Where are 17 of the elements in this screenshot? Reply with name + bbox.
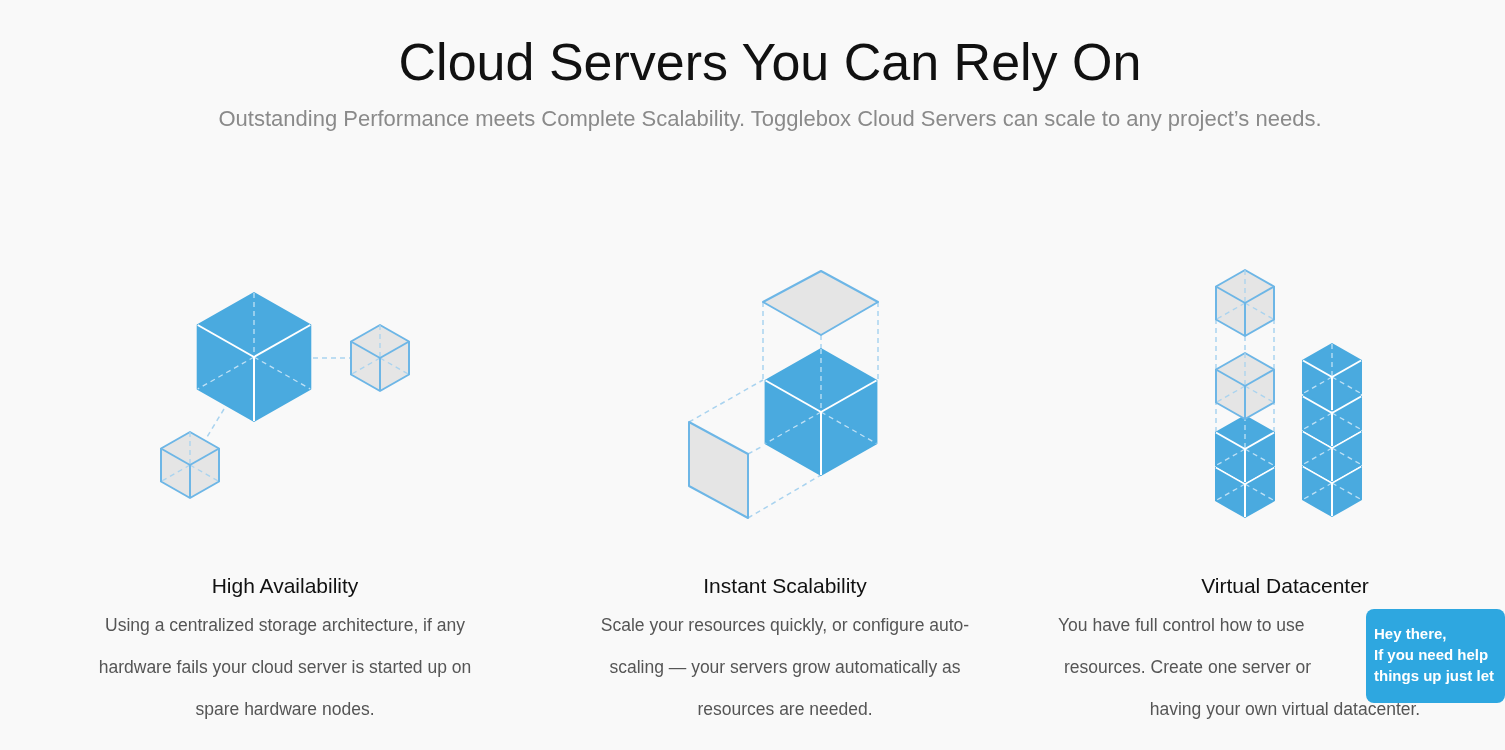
description-line: Scale your resources quickly, or configure auto- [600,614,970,637]
chat-message-line: things up just let [1374,666,1495,686]
description-line: spare hardware nodes. [195,698,375,721]
subtitle: Outstanding Performance meets Complete Scalability. Togglebox Cloud Servers can scale to any project’s needs. [218,105,1322,133]
description-line: You have full control how to use [1058,614,1305,637]
description-line: resources are needed. [697,698,873,721]
description-line: resources. Create one server or [1064,656,1312,679]
feature-title: Virtual Datacenter [1201,573,1369,599]
chat-bubble[interactable]: Hey there, If you need help things up just let [1366,609,1505,703]
feature-title: Instant Scalability [703,573,867,599]
description-line: Using a centralized storage architecture, if any [105,614,465,637]
feature-title: High Availability [211,573,359,599]
chat-message-line: Hey there, [1374,624,1448,644]
description-line: hardware fails your cloud server is started up on [98,656,472,679]
chat-message-line: If you need help [1374,645,1490,665]
page-heading: Cloud Servers You Can Rely On [398,32,1142,93]
description-line: scaling — your servers grow automatically as [609,656,961,679]
